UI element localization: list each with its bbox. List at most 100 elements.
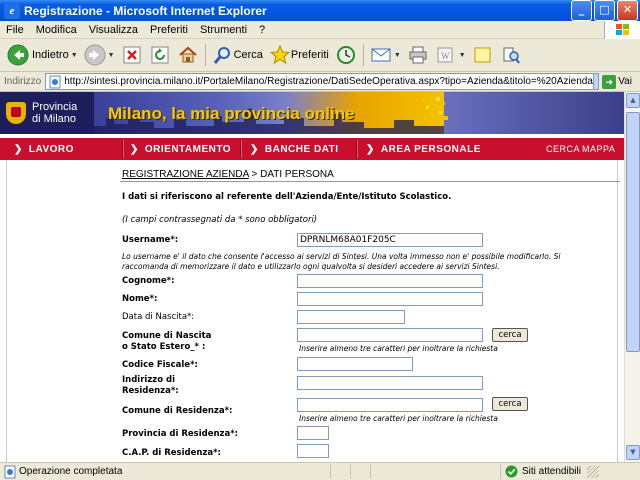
username-input[interactable]: DPRNLM68A01F205C (297, 233, 483, 247)
menu-modifica[interactable]: Modifica (30, 24, 83, 36)
forward-arrow-icon (84, 44, 106, 66)
refresh-icon (149, 44, 171, 66)
nav-orientamento-label: ORIENTAMENTO (144, 143, 232, 155)
breadcrumb-divider (120, 181, 620, 182)
minimize-button[interactable]: _ (571, 0, 592, 21)
history-button[interactable] (332, 42, 360, 68)
cognome-input[interactable] (297, 274, 483, 288)
cognome-label: Cognome*: (122, 276, 175, 286)
maximize-button[interactable]: □ (594, 0, 615, 21)
address-input[interactable]: http://sintesi.provincia.milano.it/Porta… (45, 73, 600, 90)
cap-input[interactable] (297, 444, 329, 458)
mail-dropdown-icon[interactable]: ▼ (394, 52, 401, 59)
provincia-label: Provincia di Residenza*: (122, 429, 239, 439)
go-button[interactable]: ➜ Vai (602, 74, 632, 89)
comune-residenza-cerca-button[interactable]: cerca (492, 397, 528, 411)
menu-file[interactable]: File (0, 24, 30, 36)
codice-fiscale-label: Codice Fiscale*: (122, 360, 198, 370)
data-nascita-input[interactable] (297, 310, 405, 324)
resize-grip-icon[interactable] (586, 465, 599, 478)
indirizzo-label-line1: Indirizzo di (122, 375, 176, 385)
menu-visualizza[interactable]: Visualizza (83, 24, 144, 36)
edit-dropdown-icon[interactable]: ▼ (459, 52, 466, 59)
forward-dropdown-icon[interactable]: ▼ (108, 52, 115, 59)
favorites-button[interactable]: Preferiti (266, 42, 332, 68)
word-icon: W (435, 44, 457, 66)
decorative-dots-icon (422, 97, 448, 120)
breadcrumb: REGISTRAZIONE AZIENDA > DATI PERSONA (122, 169, 334, 180)
indirizzo-label-line2: Residenza*: (122, 386, 179, 396)
toolbar: Indietro ▼ ▼ Cerca Preferiti ▼ W ▼ (0, 39, 640, 72)
comune-nascita-cerca-button[interactable]: cerca (492, 328, 528, 342)
edit-button[interactable]: W ▼ (432, 42, 469, 68)
scroll-thumb[interactable] (626, 112, 640, 352)
menu-preferiti[interactable]: Preferiti (144, 24, 194, 36)
security-zone[interactable]: Siti attendibili (500, 464, 640, 479)
nav-mappa-link[interactable]: MAPPA (582, 144, 615, 154)
windows-logo-icon (604, 20, 640, 39)
search-icon (212, 44, 234, 66)
form-intro: I dati si riferiscono al referente dell'… (122, 192, 452, 202)
page-done-icon (3, 465, 19, 479)
vertical-scrollbar[interactable]: ▲ ▼ (624, 92, 640, 462)
page-viewport: Provincia di Milano Milano, la mia provi… (0, 92, 624, 462)
nav-lavoro[interactable]: ❯ LAVORO (14, 144, 74, 155)
menu-strumenti[interactable]: Strumenti (194, 24, 253, 36)
window-title: Registrazione - Microsoft Internet Explo… (24, 3, 267, 18)
forward-button[interactable]: ▼ (81, 42, 118, 68)
provincia-input[interactable] (297, 426, 329, 440)
status-cell (350, 464, 370, 479)
address-bar: Indirizzo http://sintesi.provincia.milan… (0, 72, 640, 92)
scroll-down-button[interactable]: ▼ (626, 445, 640, 460)
back-button[interactable]: Indietro ▼ (4, 42, 81, 68)
address-url: http://sintesi.provincia.milano.it/Porta… (64, 76, 593, 87)
favorites-label: Preferiti (290, 49, 329, 61)
window-title-bar: e Registrazione - Microsoft Internet Exp… (0, 0, 640, 21)
ie-icon: e (4, 2, 20, 19)
data-nascita-label: Data di Nascita*: (122, 312, 195, 322)
mail-icon (370, 44, 392, 66)
provincia-crest-icon (6, 102, 26, 124)
comune-residenza-label: Comune di Residenza*: (122, 406, 233, 416)
cap-label: C.A.P. di Residenza*: (122, 448, 221, 458)
org-name-line2: di Milano (32, 113, 77, 125)
scroll-up-button[interactable]: ▲ (626, 93, 640, 108)
indirizzo-input[interactable] (297, 376, 483, 390)
codice-fiscale-input[interactable] (297, 357, 413, 371)
site-tagline: Milano, la mia provincia online (108, 104, 355, 123)
trusted-check-icon (505, 465, 518, 478)
back-dropdown-icon[interactable]: ▼ (71, 52, 78, 59)
nav-area-personale[interactable]: ❯ AREA PERSONALE (366, 144, 481, 155)
username-help-line2: raccomanda di memorizzare il dato e util… (122, 262, 500, 271)
nav-banche-dati[interactable]: ❯ BANCHE DATI (250, 144, 339, 155)
nav-separator (122, 140, 124, 158)
search-button[interactable]: Cerca (209, 42, 266, 68)
chevron-right-icon: ❯ (366, 143, 375, 155)
comune-nascita-input[interactable] (297, 328, 483, 342)
status-left: Operazione completata (0, 465, 330, 479)
security-zone-label: Siti attendibili (522, 466, 581, 477)
breadcrumb-link-registrazione[interactable]: REGISTRAZIONE AZIENDA (122, 169, 249, 180)
stop-icon (121, 44, 143, 66)
nav-lavoro-label: LAVORO (28, 143, 74, 155)
go-label: Vai (618, 76, 632, 87)
research-button[interactable] (497, 42, 525, 68)
discuss-button[interactable] (469, 42, 497, 68)
toolbar-separator (362, 44, 364, 66)
research-icon (500, 44, 522, 66)
close-button[interactable]: ✕ (617, 0, 638, 21)
home-icon (177, 44, 199, 66)
nome-input[interactable] (297, 292, 483, 306)
stop-button[interactable] (118, 42, 146, 68)
back-label: Indietro (32, 49, 69, 61)
print-button[interactable] (404, 42, 432, 68)
menu-help[interactable]: ? (253, 24, 271, 36)
nav-cerca-link[interactable]: CERCA (546, 144, 580, 154)
provincia-logo[interactable]: Provincia di Milano (0, 92, 94, 134)
mail-button[interactable]: ▼ (367, 42, 404, 68)
home-button[interactable] (174, 42, 202, 68)
nav-orientamento[interactable]: ❯ ORIENTAMENTO (130, 144, 231, 155)
address-dropdown-button[interactable] (592, 74, 599, 89)
comune-residenza-input[interactable] (297, 398, 483, 412)
refresh-button[interactable] (146, 42, 174, 68)
